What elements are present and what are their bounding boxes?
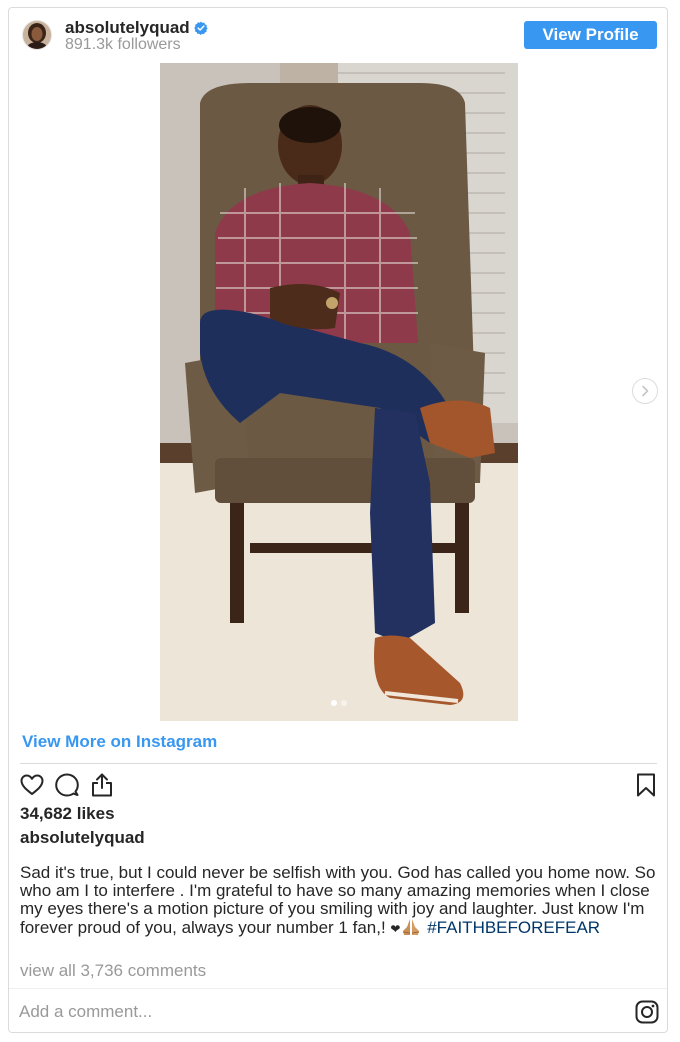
divider (9, 988, 667, 989)
divider (20, 763, 657, 764)
like-count: 34,682 likes (20, 804, 115, 823)
carousel-dot (341, 700, 347, 706)
photo-image (160, 63, 518, 721)
post-photo[interactable] (160, 63, 518, 721)
verified-badge-icon (193, 21, 208, 35)
view-more-on-instagram-link[interactable]: View More on Instagram (22, 732, 217, 752)
carousel-next-button[interactable] (632, 378, 658, 404)
carousel-dot-active (331, 700, 337, 706)
heart-emoji: ❤ (390, 922, 401, 936)
add-comment-input[interactable] (19, 1001, 599, 1023)
share-icon[interactable] (89, 772, 115, 798)
chevron-right-icon (642, 385, 649, 397)
bookmark-icon[interactable] (633, 772, 659, 798)
view-all-comments-link[interactable]: view all 3,736 comments (20, 961, 206, 981)
heart-icon[interactable] (19, 772, 45, 798)
carousel-dots (331, 700, 347, 706)
caption-text: Sad it's true, but I could never be self… (20, 864, 660, 938)
follower-count: 891.3k followers (65, 36, 181, 53)
avatar-image (23, 21, 51, 49)
hashtag-link[interactable]: #FAITHBEFOREFEAR (427, 918, 600, 937)
username-row: absolutelyquad (65, 18, 208, 38)
instagram-embed-card: absolutelyquad 891.3k followers View Pro… (8, 7, 668, 1033)
caption-username[interactable]: absolutelyquad (20, 828, 145, 848)
comment-icon[interactable] (54, 772, 80, 798)
post-header: absolutelyquad 891.3k followers View Pro… (9, 8, 667, 64)
instagram-logo-icon[interactable] (635, 1000, 659, 1024)
username-link[interactable]: absolutelyquad (65, 18, 190, 38)
praying-hands-icon (403, 919, 420, 935)
view-profile-button[interactable]: View Profile (524, 21, 657, 49)
action-bar (19, 772, 659, 802)
avatar[interactable] (22, 20, 52, 50)
